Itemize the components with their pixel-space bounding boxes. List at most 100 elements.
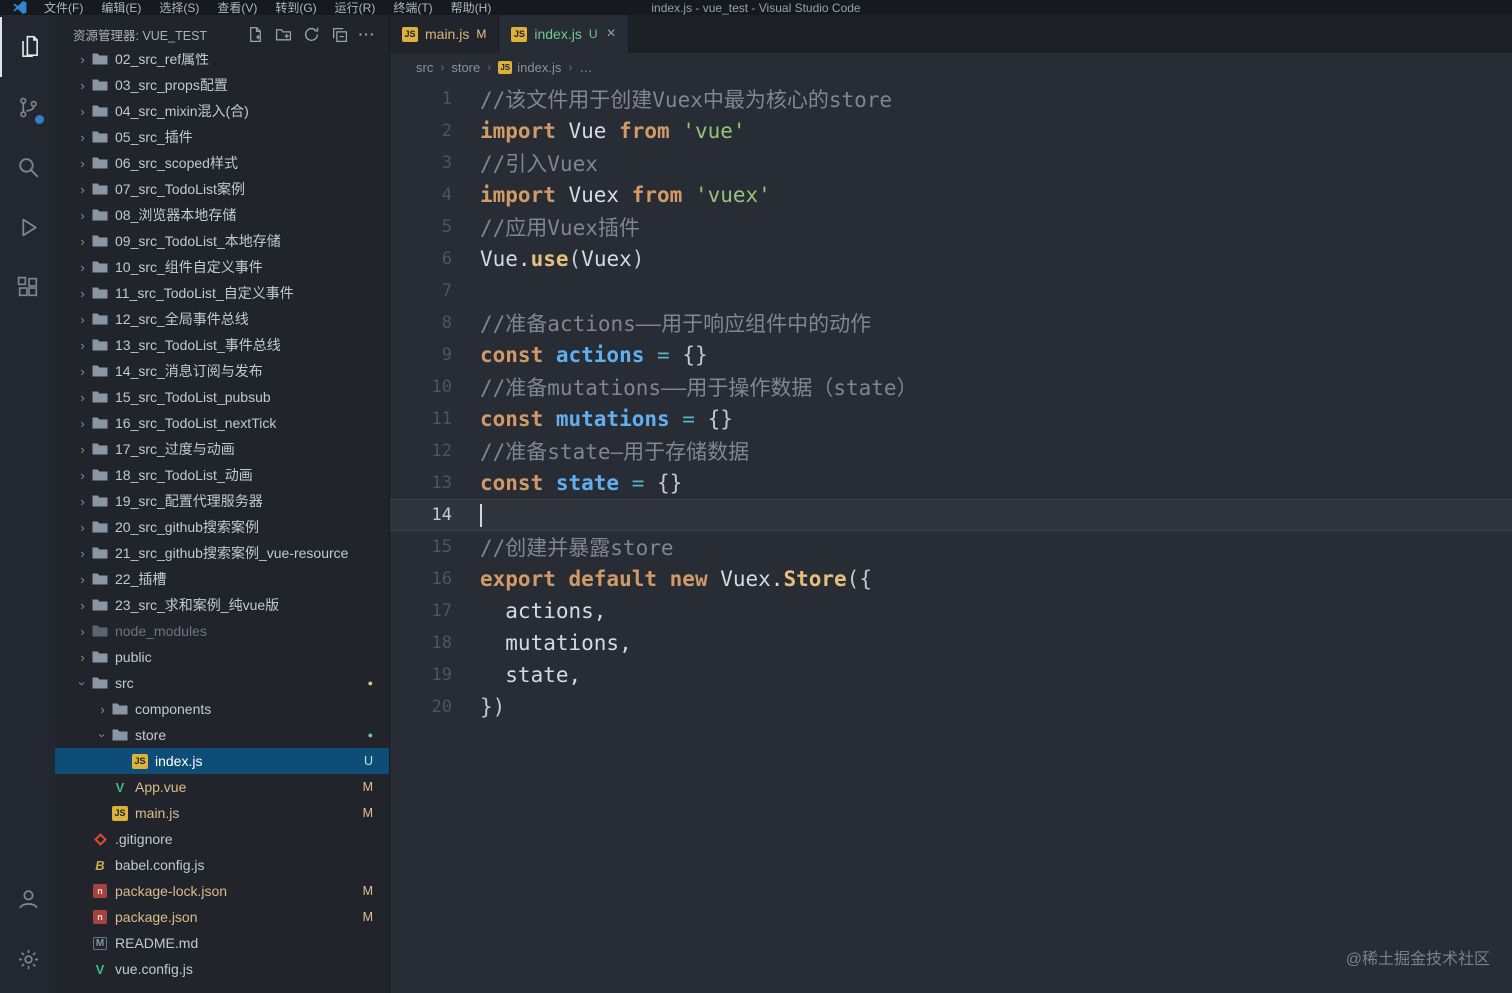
menu-item[interactable]: 文件(F) <box>35 0 92 15</box>
code-line-14[interactable]: 14 <box>390 499 1512 531</box>
tab-index.js[interactable]: JS index.js U × <box>499 15 629 53</box>
tree-file-index.js[interactable]: ›JSindex.jsU <box>55 748 389 774</box>
tree-folder-09_src_TodoList_本地存储[interactable]: › 09_src_TodoList_本地存储 <box>55 228 389 254</box>
tree-folder-20_src_github搜索案例[interactable]: › 20_src_github搜索案例 <box>55 514 389 540</box>
menu-item[interactable]: 查看(V) <box>208 0 266 15</box>
menu-item[interactable]: 编辑(E) <box>92 0 150 15</box>
tree-file-App.vue[interactable]: ›VApp.vueM <box>55 774 389 800</box>
chevron-right-icon[interactable]: › <box>75 260 90 275</box>
code-line-11[interactable]: 11 const mutations = {} <box>390 403 1512 435</box>
tree-folder-17_src_过度与动画[interactable]: › 17_src_过度与动画 <box>55 436 389 462</box>
chevron-right-icon[interactable]: › <box>75 234 90 249</box>
tree-file-package-lock.json[interactable]: ›npackage-lock.jsonM <box>55 878 389 904</box>
tree-file-README.md[interactable]: ›MREADME.md <box>55 930 389 956</box>
chevron-down-icon[interactable]: › <box>95 728 110 743</box>
menu-item[interactable]: 选择(S) <box>150 0 208 15</box>
chevron-right-icon[interactable]: › <box>75 364 90 379</box>
tree-file-package.json[interactable]: ›npackage.jsonM <box>55 904 389 930</box>
chevron-right-icon[interactable]: › <box>75 624 90 639</box>
menu-item[interactable]: 终端(T) <box>384 0 441 15</box>
chevron-right-icon[interactable]: › <box>75 442 90 457</box>
chevron-right-icon[interactable]: › <box>75 494 90 509</box>
more-actions-icon[interactable]: ··· <box>355 22 379 46</box>
activity-extensions-button[interactable] <box>0 257 55 317</box>
close-icon[interactable]: × <box>607 26 616 42</box>
chevron-right-icon[interactable]: › <box>75 572 90 587</box>
breadcrumb-item-index.js[interactable]: JS index.js <box>498 60 561 75</box>
new-folder-icon[interactable] <box>271 22 295 46</box>
chevron-right-icon[interactable]: › <box>75 520 90 535</box>
activity-account-button[interactable] <box>0 869 55 929</box>
code-area[interactable]: 1 //该文件用于创建Vuex中最为核心的store 2 import Vue fro… <box>390 81 1512 993</box>
tree-folder-08_浏览器本地存储[interactable]: › 08_浏览器本地存储 <box>55 202 389 228</box>
collapse-all-icon[interactable] <box>327 22 351 46</box>
tree-folder-13_src_TodoList_事件总线[interactable]: › 13_src_TodoList_事件总线 <box>55 332 389 358</box>
chevron-right-icon[interactable]: › <box>75 130 90 145</box>
tree-folder-14_src_消息订阅与发布[interactable]: › 14_src_消息订阅与发布 <box>55 358 389 384</box>
menu-item[interactable]: 帮助(H) <box>442 0 501 15</box>
tree-folder-16_src_TodoList_nextTick[interactable]: › 16_src_TodoList_nextTick <box>55 410 389 436</box>
code-line-20[interactable]: 20}) <box>390 691 1512 723</box>
chevron-right-icon[interactable]: › <box>75 286 90 301</box>
refresh-icon[interactable] <box>299 22 323 46</box>
chevron-right-icon[interactable]: › <box>75 312 90 327</box>
activity-search-button[interactable] <box>0 137 55 197</box>
tree-file-vue.config.js[interactable]: ›Vvue.config.js <box>55 956 389 982</box>
code-line-18[interactable]: 18 mutations, <box>390 627 1512 659</box>
chevron-right-icon[interactable]: › <box>75 156 90 171</box>
breadcrumb-item-src[interactable]: src <box>416 60 433 75</box>
code-line-16[interactable]: 16 export default new Vuex.Store({ <box>390 563 1512 595</box>
code-line-12[interactable]: 12 //准备state—用于存储数据 <box>390 435 1512 467</box>
breadcrumb-item-store[interactable]: store <box>451 60 480 75</box>
chevron-right-icon[interactable]: › <box>75 390 90 405</box>
code-line-3[interactable]: 3 //引入Vuex <box>390 147 1512 179</box>
breadcrumb-item-…[interactable]: … <box>579 60 592 75</box>
activity-source-control-button[interactable] <box>0 77 55 137</box>
tree-folder-05_src_插件[interactable]: › 05_src_插件 <box>55 124 389 150</box>
code-line-6[interactable]: 6 Vue.use(Vuex) <box>390 243 1512 275</box>
chevron-right-icon[interactable]: › <box>75 53 90 67</box>
menu-item[interactable]: 运行(R) <box>326 0 385 15</box>
new-file-icon[interactable] <box>243 22 267 46</box>
menu-item[interactable]: 转到(G) <box>266 0 325 15</box>
activity-run-debug-button[interactable] <box>0 197 55 257</box>
code-line-1[interactable]: 1 //该文件用于创建Vuex中最为核心的store <box>390 83 1512 115</box>
activity-settings-button[interactable] <box>0 929 55 989</box>
code-line-15[interactable]: 15 //创建并暴露store <box>390 531 1512 563</box>
code-line-2[interactable]: 2 import Vue from 'vue' <box>390 115 1512 147</box>
tree-folder-19_src_配置代理服务器[interactable]: › 19_src_配置代理服务器 <box>55 488 389 514</box>
tree-folder-11_src_TodoList_自定义事件[interactable]: › 11_src_TodoList_自定义事件 <box>55 280 389 306</box>
tree-folder-02_src_ref属性[interactable]: › 02_src_ref属性 <box>55 53 389 72</box>
code-line-10[interactable]: 10 //准备mutations——用于操作数据（state） <box>390 371 1512 403</box>
tree-folder-12_src_全局事件总线[interactable]: › 12_src_全局事件总线 <box>55 306 389 332</box>
chevron-right-icon[interactable]: › <box>75 78 90 93</box>
tree-folder-10_src_组件自定义事件[interactable]: › 10_src_组件自定义事件 <box>55 254 389 280</box>
tree-file-babel.config.js[interactable]: ›Bbabel.config.js <box>55 852 389 878</box>
tree-folder-18_src_TodoList_动画[interactable]: › 18_src_TodoList_动画 <box>55 462 389 488</box>
chevron-right-icon[interactable]: › <box>75 416 90 431</box>
chevron-right-icon[interactable]: › <box>75 546 90 561</box>
code-line-19[interactable]: 19 state, <box>390 659 1512 691</box>
tree-file-main.js[interactable]: ›JSmain.jsM <box>55 800 389 826</box>
chevron-right-icon[interactable]: › <box>75 208 90 223</box>
tree-folder-06_src_scoped样式[interactable]: › 06_src_scoped样式 <box>55 150 389 176</box>
tree-folder-04_src_mixin混入(合)[interactable]: › 04_src_mixin混入(合) <box>55 98 389 124</box>
chevron-right-icon[interactable]: › <box>75 650 90 665</box>
chevron-right-icon[interactable]: › <box>75 468 90 483</box>
chevron-right-icon[interactable]: › <box>75 338 90 353</box>
code-line-4[interactable]: 4 import Vuex from 'vuex' <box>390 179 1512 211</box>
code-line-17[interactable]: 17 actions, <box>390 595 1512 627</box>
tree-folder-23_src_求和案例_纯vue版[interactable]: › 23_src_求和案例_纯vue版 <box>55 592 389 618</box>
tree-folder-03_src_props配置[interactable]: › 03_src_props配置 <box>55 72 389 98</box>
tree-folder-node_modules[interactable]: › node_modules <box>55 618 389 644</box>
tree-folder-21_src_github搜索案例_vue-resource[interactable]: › 21_src_github搜索案例_vue-resource <box>55 540 389 566</box>
tree-folder-22_插槽[interactable]: › 22_插槽 <box>55 566 389 592</box>
tree-folder-07_src_TodoList案例[interactable]: › 07_src_TodoList案例 <box>55 176 389 202</box>
tree-folder-src[interactable]: › src ● <box>55 670 389 696</box>
tree-folder-public[interactable]: › public <box>55 644 389 670</box>
code-line-9[interactable]: 9 const actions = {} <box>390 339 1512 371</box>
chevron-right-icon[interactable]: › <box>75 104 90 119</box>
code-line-7[interactable]: 7 <box>390 275 1512 307</box>
code-line-8[interactable]: 8 //准备actions——用于响应组件中的动作 <box>390 307 1512 339</box>
chevron-right-icon[interactable]: › <box>75 598 90 613</box>
